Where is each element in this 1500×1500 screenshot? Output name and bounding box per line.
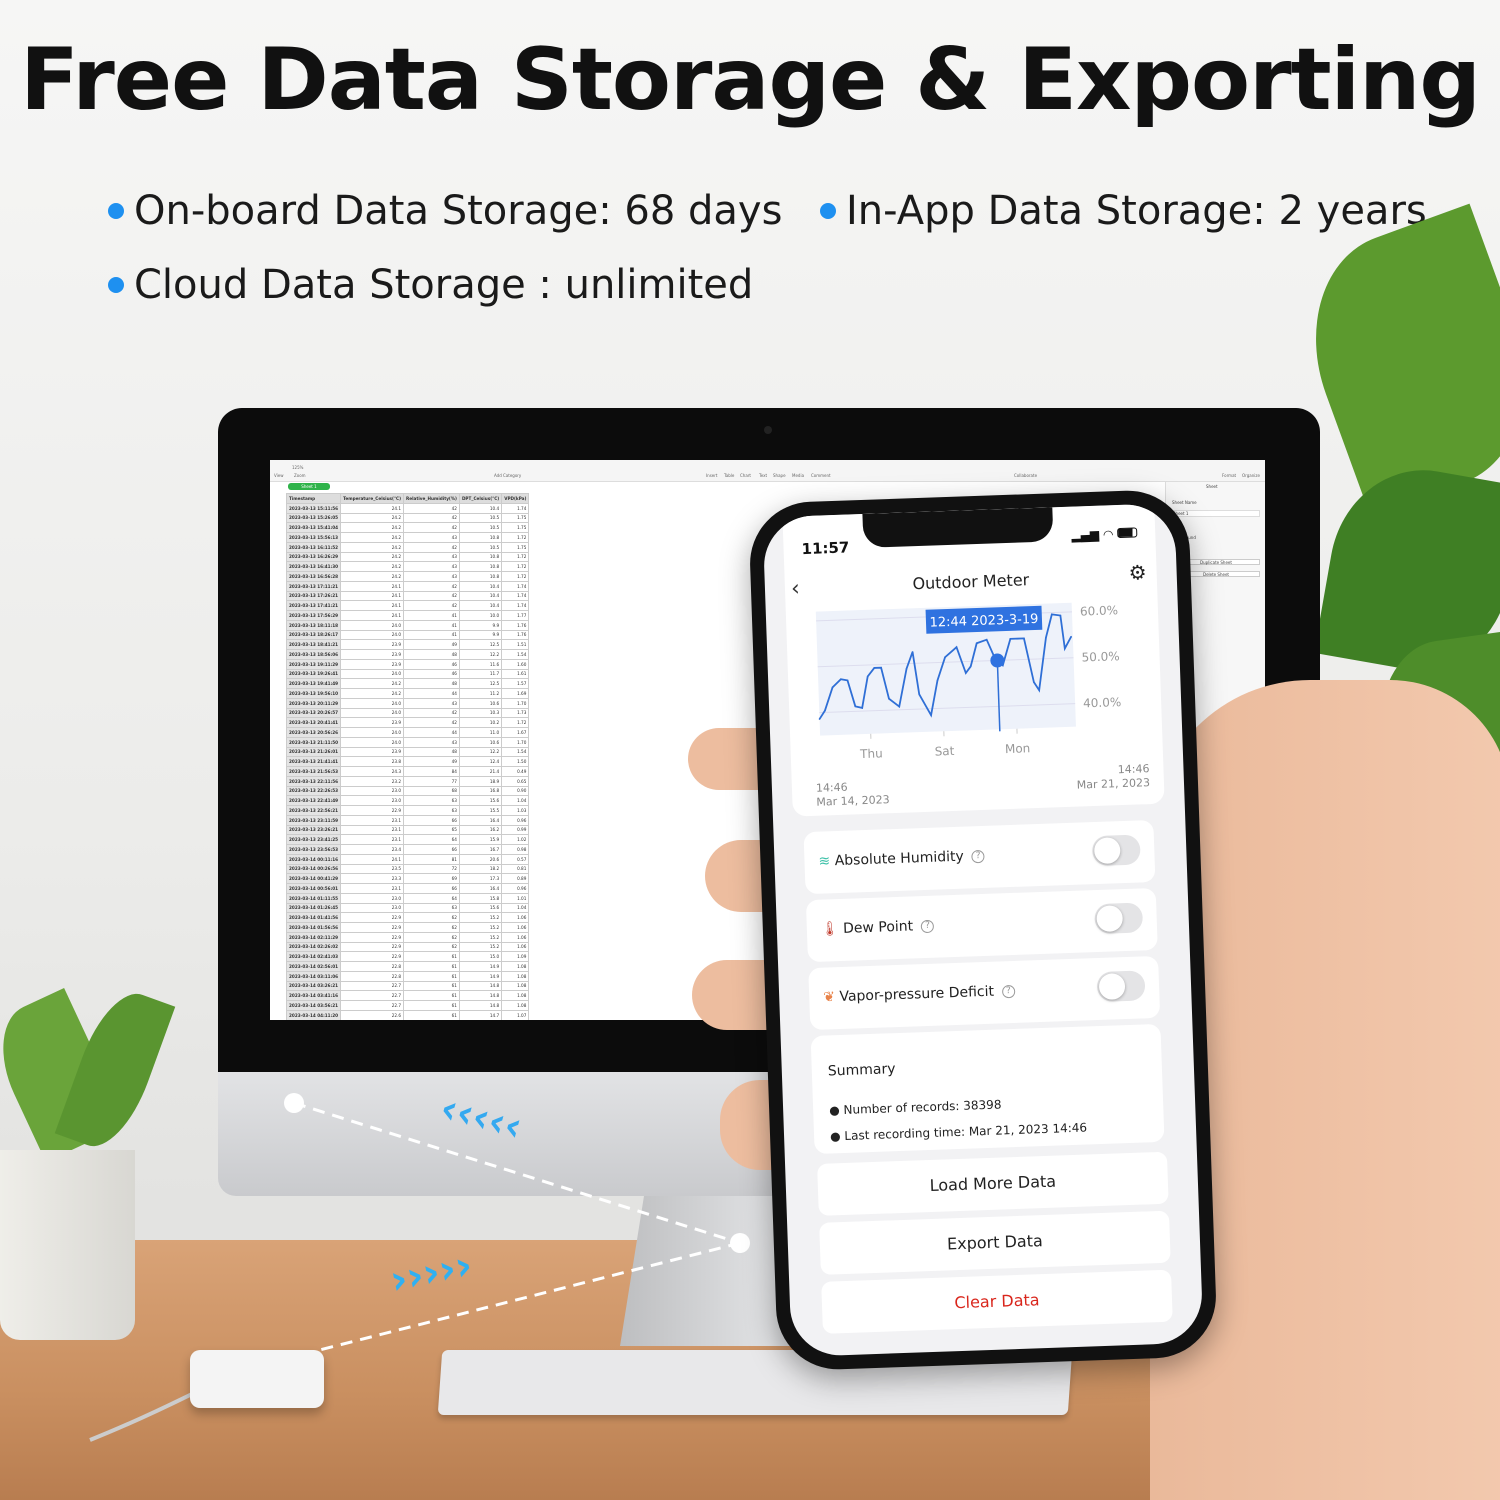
help-icon[interactable]: ? (1001, 984, 1016, 998)
vpd-toggle[interactable] (1096, 970, 1146, 1003)
last-label: Last recording time: (844, 1124, 966, 1143)
wifi-icon: ◠ (1102, 527, 1114, 542)
load-more-data-button[interactable]: Load More Data (817, 1151, 1169, 1216)
settings-button[interactable]: ⚙ (1128, 560, 1147, 585)
lanyard (89, 1388, 201, 1442)
toggle-label: Absolute Humidity (834, 848, 965, 870)
signal-icon: ▂▄▆ (1071, 527, 1100, 543)
dew-point-thermometer-icon: 🌡 (820, 921, 839, 938)
app-screen: 11:57 ▂▄▆ ◠ ‹ Outdoor Meter ⚙ 60.0% 50.0%… (762, 503, 1204, 1357)
range-start-date: Mar 14, 2023 (816, 793, 890, 809)
range-end-date: Mar 21, 2023 (1076, 776, 1151, 792)
phone-notch (862, 507, 1054, 548)
clear-data-button[interactable]: Clear Data (821, 1269, 1173, 1334)
gear-icon: ⚙ (1128, 560, 1148, 585)
export-data-button[interactable]: Export Data (819, 1210, 1171, 1275)
smartphone: 11:57 ▂▄▆ ◠ ‹ Outdoor Meter ⚙ 60.0% 50.0%… (747, 488, 1219, 1372)
records-label: Number of records: (843, 1098, 960, 1117)
x-tick-label: Thu (859, 746, 883, 761)
absolute-humidity-toggle[interactable] (1091, 834, 1141, 867)
toggle-label: Vapor-pressure Deficit (839, 983, 995, 1006)
dashed-link (299, 1241, 741, 1357)
humidity-chart[interactable]: 60.0%50.0%40.0%Thu Sat Mon12:44 2023-3-19 (802, 592, 1147, 764)
status-icons: ▂▄▆ ◠ (1071, 526, 1138, 543)
help-icon[interactable]: ? (971, 849, 985, 863)
range-start: 14:46 Mar 14, 2023 (816, 779, 890, 810)
y-tick-label: 60.0% (1080, 603, 1119, 618)
records-count: ● Number of records: 38398 (828, 1097, 1002, 1118)
range-end: 14:46 Mar 21, 2023 (1076, 762, 1151, 793)
x-tick-label: Mon (1005, 741, 1031, 756)
summary-card: Summary ● Number of records: 38398 ● Las… (810, 1023, 1165, 1155)
toggle-label: Dew Point (842, 918, 914, 937)
y-tick-label: 40.0% (1083, 695, 1122, 710)
absolute-humidity-row: ≋ Absolute Humidity? (803, 819, 1156, 895)
sensor-device (190, 1350, 324, 1408)
dew-point-row: 🌡 Dew Point? (805, 887, 1158, 963)
help-icon[interactable]: ? (920, 919, 935, 933)
y-tick-label: 50.0% (1081, 649, 1120, 664)
x-tick-label: Sat (934, 744, 954, 759)
dew-point-toggle[interactable] (1094, 902, 1144, 935)
leaf-icon: ❦ (822, 989, 836, 1006)
last-value: Mar 21, 2023 14:46 (968, 1120, 1088, 1139)
summary-title: Summary (827, 1061, 896, 1080)
last-recording: ● Last recording time: Mar 21, 2023 14:4… (829, 1120, 1088, 1144)
records-value: 38398 (963, 1097, 1002, 1113)
battery-icon (1117, 527, 1138, 539)
status-time: 11:57 (801, 538, 850, 559)
humidity-wind-icon: ≋ (818, 853, 831, 870)
vpd-row: ❦ Vapor-pressure Deficit? (808, 955, 1161, 1031)
